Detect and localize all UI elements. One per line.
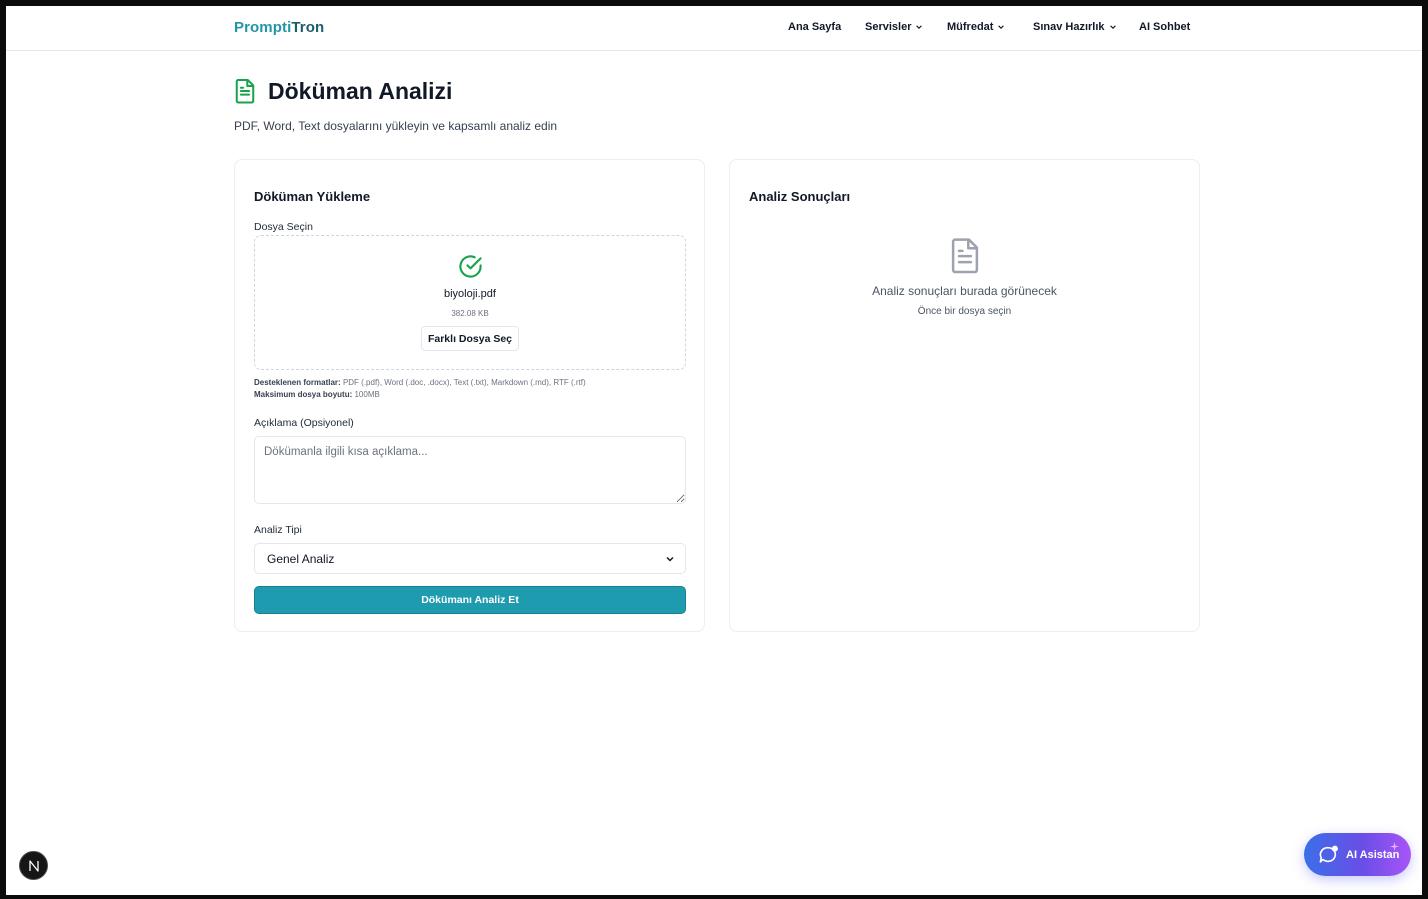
chevron-down-icon (998, 25, 1005, 29)
selected-file-size: 382.08 KB (451, 309, 489, 318)
results-card-title: Analiz Sonuçları (749, 189, 851, 204)
selected-file-name: biyoloji.pdf (444, 288, 496, 300)
nav-label: Servisler (865, 21, 912, 33)
description-label: Açıklama (Opsiyonel) (254, 417, 354, 429)
analyze-document-button[interactable]: Dökümanı Analiz Et (254, 586, 686, 614)
nav-servisler[interactable]: Servisler (865, 21, 923, 33)
max-size-value: 100MB (354, 390, 380, 399)
analysis-type-select[interactable]: Genel Analiz (254, 543, 686, 574)
page-header: Döküman Analizi (234, 76, 452, 106)
chevron-down-icon (1109, 25, 1116, 29)
main-nav: Ana Sayfa Servisler Müfredat Sınav Hazır… (6, 21, 1422, 37)
upload-card: Döküman Yükleme Dosya Seçin biyoloji.pdf… (234, 159, 705, 632)
nav-mufredat[interactable]: Müfredat (947, 21, 1005, 33)
results-card: Analiz Sonuçları Analiz sonuçları burada… (729, 159, 1200, 632)
nav-label: Ana Sayfa (788, 21, 842, 33)
nav-label: AI Sohbet (1139, 21, 1191, 33)
chevron-down-icon (666, 556, 674, 562)
supported-formats-note: Desteklenen formatlar: PDF (.pdf), Word … (254, 378, 586, 387)
upload-card-title: Döküman Yükleme (254, 189, 371, 204)
description-textarea[interactable] (254, 436, 686, 504)
chevron-down-icon (916, 25, 923, 29)
nav-ai-sohbet[interactable]: AI Sohbet (1139, 21, 1190, 33)
analysis-type-label: Analiz Tipi (254, 524, 302, 536)
nav-label: Sınav Hazırlık (1033, 21, 1105, 33)
document-placeholder-icon (951, 238, 979, 274)
max-size-label: Maksimum dosya boyutu: (254, 390, 353, 399)
nav-sinav-hazirlik[interactable]: Sınav Hazırlık (1033, 21, 1117, 33)
max-size-note: Maksimum dosya boyutu: 100MB (254, 390, 380, 399)
formats-value: PDF (.pdf), Word (.doc, .docx), Text (.t… (342, 378, 586, 387)
nextjs-logo-icon (28, 859, 39, 872)
file-dropzone[interactable]: biyoloji.pdf 382.08 KB Farklı Dosya Seç (254, 235, 686, 370)
formats-label: Desteklenen formatlar: (254, 378, 341, 387)
nextjs-dev-badge[interactable] (19, 851, 48, 880)
results-empty-hint: Önce bir dosya seçin (917, 306, 1012, 317)
ai-assistant-button[interactable]: AI Asistan (1304, 833, 1411, 876)
page-title: Döküman Analizi (268, 77, 453, 104)
top-navbar: PromptiTron Ana Sayfa Servisler Müfredat… (6, 6, 1422, 51)
page-subtitle: PDF, Word, Text dosyalarını yükleyin ve … (234, 119, 558, 133)
nav-label: Müfredat (947, 21, 994, 33)
chat-bubble-icon (1319, 845, 1338, 863)
results-empty-title: Analiz sonuçları burada görünecek (872, 284, 1057, 298)
file-select-label: Dosya Seçin (254, 221, 313, 233)
app-window: PromptiTron Ana Sayfa Servisler Müfredat… (6, 6, 1422, 895)
choose-different-file-button[interactable]: Farklı Dosya Seç (421, 326, 519, 351)
check-circle-icon (459, 255, 482, 278)
sparkle-icon (1390, 842, 1399, 851)
document-icon (235, 78, 255, 104)
analysis-type-value: Genel Analiz (267, 551, 335, 566)
nav-ana-sayfa[interactable]: Ana Sayfa (788, 21, 841, 33)
